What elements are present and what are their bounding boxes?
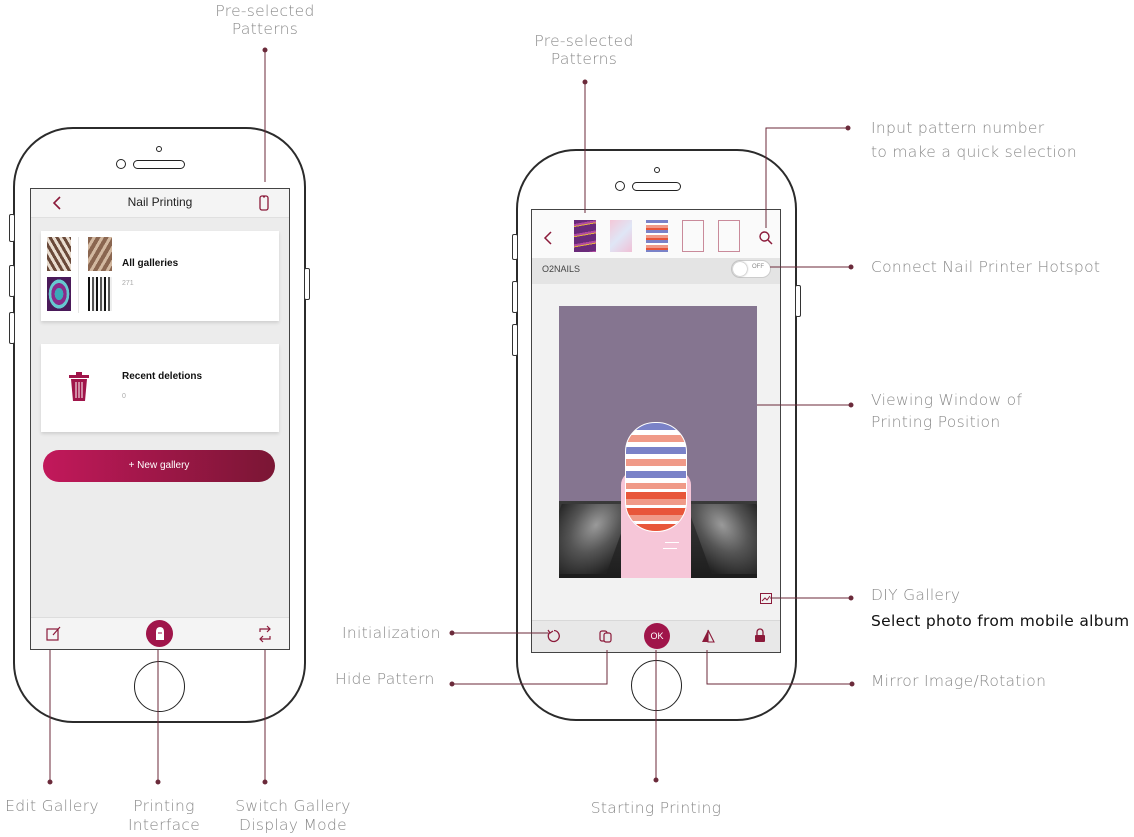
label-hotspot: Connect Nail Printer Hotspot xyxy=(871,258,1101,276)
label-starting-printing: Starting Printing xyxy=(590,799,722,817)
label-initialization: Initialization xyxy=(342,624,441,642)
label-input-pattern-1: Input pattern number xyxy=(871,119,1045,137)
label-printing-interface: Printing Interface xyxy=(127,797,201,834)
label-viewing-1: Viewing Window of xyxy=(871,391,1023,409)
label-hide-pattern: Hide Pattern xyxy=(335,670,435,688)
label-edit-gallery: Edit Gallery xyxy=(5,797,99,815)
label-right-preselected: Pre-selected Patterns xyxy=(534,32,634,68)
label-input-pattern-2: to make a quick selection xyxy=(871,143,1077,161)
label-switch-gallery: Switch Gallery Display Mode xyxy=(235,797,351,834)
label-viewing-2: Printing Position xyxy=(871,413,1001,431)
label-mirror: Mirror Image/Rotation xyxy=(871,672,1047,690)
label-diy-gallery: DIY Gallery xyxy=(871,586,961,604)
label-select-photo: Select photo from mobile album xyxy=(871,612,1130,630)
label-left-preselected: Pre-selected Patterns xyxy=(215,2,315,38)
